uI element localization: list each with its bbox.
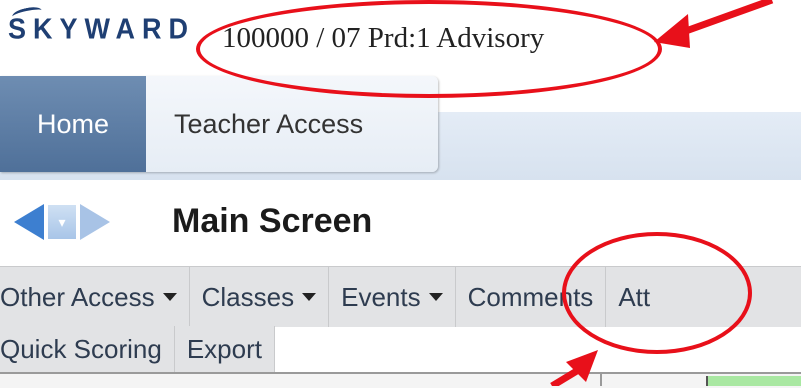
menu-export-label: Export [186,333,262,364]
menu-quick-scoring-label: Quick Scoring [0,333,162,364]
menu-events-label: Events [341,281,421,312]
menu-quick-scoring[interactable]: Quick Scoring [0,326,175,372]
menu-other-access-label: Other Access [0,281,155,312]
annotation-arrow-top-icon [654,0,774,48]
page-title: Main Screen [172,202,373,240]
menu-other-access[interactable]: Other Access [0,267,190,327]
skyward-logo: SKYWARD [8,13,196,45]
menu-classes-label: Classes [201,281,295,312]
caret-down-icon [428,293,443,301]
menu-export[interactable]: Export [175,326,275,372]
annotation-oval-title [196,0,662,98]
annotation-oval-comments [562,232,752,354]
back-arrow-icon[interactable] [14,204,44,240]
menu-bar-row2: Quick Scoring Export [0,326,275,372]
grid-highlight-cell [706,376,801,386]
history-dropdown-icon[interactable]: ▾ [48,205,76,239]
history-nav: ▾ [14,204,110,240]
grid-cell-divider [600,374,602,386]
tab-home[interactable]: Home [0,76,146,172]
caret-down-icon [162,293,177,301]
caret-down-icon [302,293,317,301]
menu-classes[interactable]: Classes [190,267,330,327]
menu-events[interactable]: Events [329,267,456,327]
forward-arrow-icon[interactable] [80,204,110,240]
